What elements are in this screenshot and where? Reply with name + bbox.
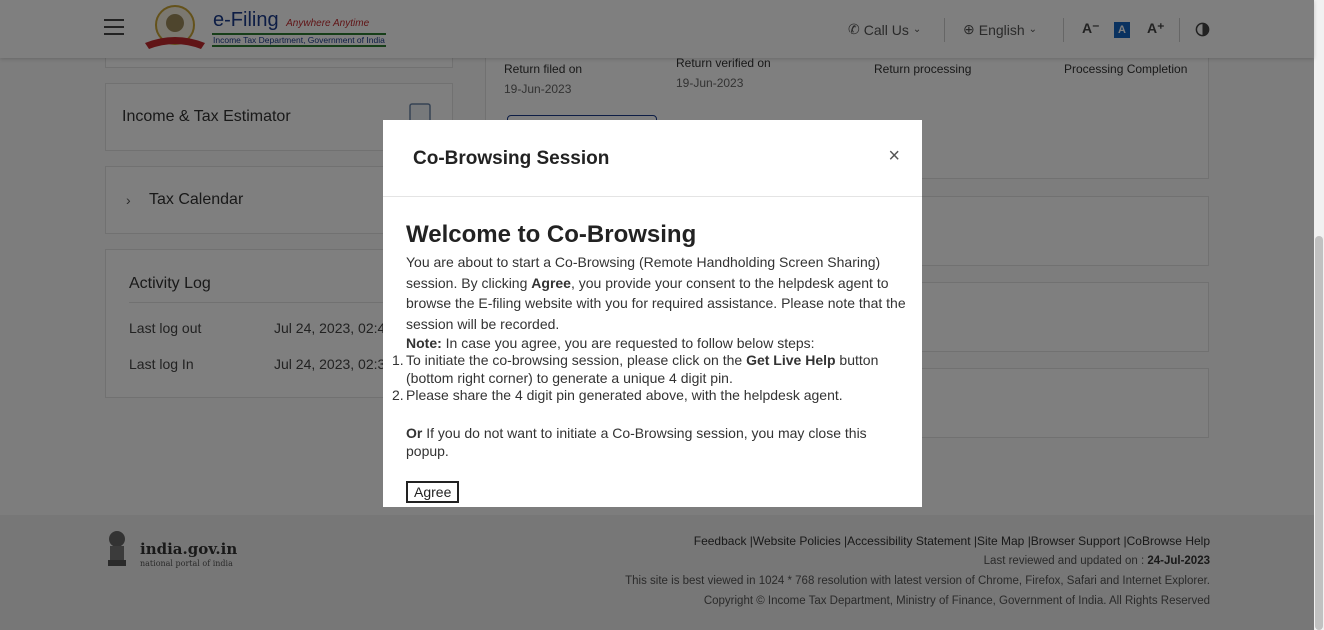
dialog-body: Welcome to Co-Browsing You are about to …	[392, 220, 906, 503]
dialog-header: Co-Browsing Session ×	[383, 120, 922, 197]
scrollbar[interactable]	[1314, 0, 1324, 630]
co-browsing-dialog: Co-Browsing Session × Welcome to Co-Brow…	[383, 120, 922, 507]
steps-list: 1. To initiate the co-browsing session, p…	[392, 352, 906, 405]
intro-paragraph: You are about to start a Co-Browsing (Re…	[406, 254, 906, 332]
note-paragraph: Note: In case you agree, you are request…	[406, 335, 815, 351]
or-paragraph: Or If you do not want to initiate a Co-B…	[406, 424, 867, 459]
scrollbar-thumb[interactable]	[1315, 236, 1323, 630]
close-icon[interactable]: ×	[888, 145, 900, 168]
agree-button[interactable]: Agree	[406, 480, 460, 503]
list-item: 1. To initiate the co-browsing session, p…	[392, 352, 879, 386]
list-item: 2. Please share the 4 digit pin generated…	[392, 387, 843, 403]
dialog-title: Co-Browsing Session	[413, 148, 610, 169]
welcome-heading: Welcome to Co-Browsing	[406, 221, 697, 248]
